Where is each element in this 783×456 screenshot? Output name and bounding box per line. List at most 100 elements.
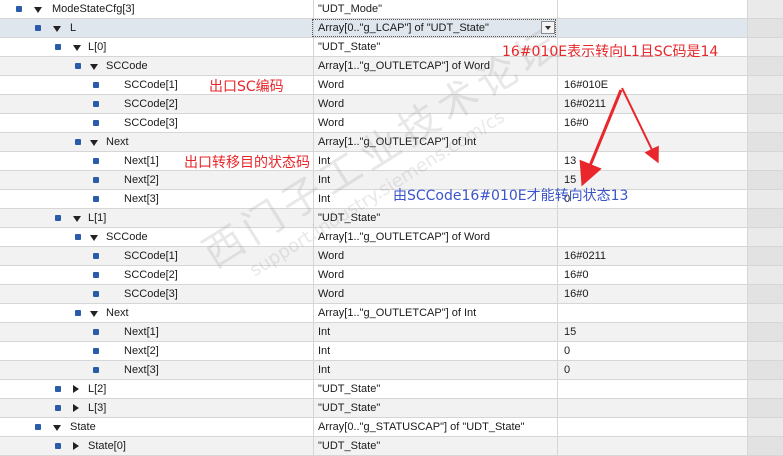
- start-value-cell[interactable]: 16#0: [557, 285, 747, 303]
- name-cell[interactable]: L: [0, 19, 312, 37]
- data-type-cell[interactable]: Word: [313, 76, 557, 94]
- name-cell[interactable]: Next: [0, 304, 312, 322]
- data-type-cell[interactable]: Word: [313, 285, 557, 303]
- name-cell[interactable]: SCCode[3]: [0, 285, 312, 303]
- start-value-cell[interactable]: [557, 380, 747, 398]
- annotation-bottom-note: 由SCCode16#010E才能转向状态13: [393, 188, 629, 204]
- table-row[interactable]: L[1] "UDT_State": [0, 209, 783, 228]
- table-row[interactable]: Next[3] Int 0: [0, 190, 783, 209]
- table-row[interactable]: Next[1] Int 13: [0, 152, 783, 171]
- start-value-cell[interactable]: [557, 209, 747, 227]
- data-type-cell[interactable]: Array[0.."g_STATUSCAP"] of "UDT_State": [313, 418, 557, 436]
- collapse-toggle-icon[interactable]: [90, 235, 98, 241]
- start-value-cell[interactable]: [557, 418, 747, 436]
- name-cell[interactable]: SCCode[1]: [0, 247, 312, 265]
- name-cell[interactable]: Next[2]: [0, 342, 312, 360]
- start-value-cell[interactable]: [557, 19, 747, 37]
- data-type-cell[interactable]: Word: [313, 266, 557, 284]
- collapse-toggle-icon[interactable]: [73, 45, 81, 51]
- table-row[interactable]: L[2] "UDT_State": [0, 380, 783, 399]
- name-cell[interactable]: SCCode[3]: [0, 114, 312, 132]
- data-type-cell[interactable]: Word: [313, 247, 557, 265]
- data-type-cell[interactable]: Array[1.."g_OUTLETCAP"] of Int: [313, 133, 557, 151]
- collapse-toggle-icon[interactable]: [90, 64, 98, 70]
- expand-toggle-icon[interactable]: [73, 442, 79, 450]
- start-value-cell[interactable]: [557, 228, 747, 246]
- table-row[interactable]: SCCode[3] Word 16#0: [0, 285, 783, 304]
- table-row[interactable]: SCCode[2] Word 16#0211: [0, 95, 783, 114]
- name-cell[interactable]: State: [0, 418, 312, 436]
- start-value-cell[interactable]: [557, 0, 747, 18]
- table-row[interactable]: Next Array[1.."g_OUTLETCAP"] of Int: [0, 304, 783, 323]
- name-cell[interactable]: ModeStateCfg[3]: [0, 0, 312, 18]
- element-name: L[2]: [88, 383, 107, 395]
- name-cell[interactable]: Next[3]: [0, 190, 312, 208]
- element-bullet-icon: [93, 120, 99, 126]
- start-value-cell[interactable]: 16#0: [557, 266, 747, 284]
- start-value-cell[interactable]: 15: [557, 323, 747, 341]
- table-row[interactable]: Next[2] Int 15: [0, 171, 783, 190]
- data-type-cell[interactable]: Word: [313, 114, 557, 132]
- name-cell[interactable]: SCCode[2]: [0, 95, 312, 113]
- table-row[interactable]: SCCode[3] Word 16#0: [0, 114, 783, 133]
- name-cell[interactable]: SCCode[2]: [0, 266, 312, 284]
- start-value-cell[interactable]: [557, 399, 747, 417]
- table-row[interactable]: State Array[0.."g_STATUSCAP"] of "UDT_Sta…: [0, 418, 783, 437]
- table-row[interactable]: L Array[0.."g_LCAP"] of "UDT_State": [0, 19, 783, 38]
- start-value-cell[interactable]: [557, 304, 747, 322]
- table-row[interactable]: Next Array[1.."g_OUTLETCAP"] of Int: [0, 133, 783, 152]
- expand-toggle-icon[interactable]: [73, 404, 79, 412]
- start-value-cell[interactable]: 0: [557, 342, 747, 360]
- table-row[interactable]: SCCode[2] Word 16#0: [0, 266, 783, 285]
- name-cell[interactable]: L[1]: [0, 209, 312, 227]
- collapse-toggle-icon[interactable]: [53, 26, 61, 32]
- table-row[interactable]: State[0] "UDT_State": [0, 437, 783, 456]
- data-type-cell[interactable]: "UDT_State": [313, 209, 557, 227]
- table-row[interactable]: SCCode[1] Word 16#0211: [0, 247, 783, 266]
- data-type-cell[interactable]: "UDT_State": [313, 399, 557, 417]
- name-cell[interactable]: Next: [0, 133, 312, 151]
- data-type-cell[interactable]: "UDT_State": [313, 380, 557, 398]
- element-name: SCCode[2]: [124, 98, 178, 110]
- name-cell[interactable]: L[3]: [0, 399, 312, 417]
- name-cell[interactable]: SCCode: [0, 228, 312, 246]
- table-row[interactable]: ModeStateCfg[3] "UDT_Mode": [0, 0, 783, 19]
- start-value-cell[interactable]: 16#0: [557, 114, 747, 132]
- start-value-cell[interactable]: 16#0211: [557, 95, 747, 113]
- collapse-toggle-icon[interactable]: [53, 425, 61, 431]
- table-row[interactable]: Next[2] Int 0: [0, 342, 783, 361]
- name-cell[interactable]: L[0]: [0, 38, 312, 56]
- name-cell[interactable]: Next[2]: [0, 171, 312, 189]
- table-row[interactable]: Next[1] Int 15: [0, 323, 783, 342]
- name-cell[interactable]: SCCode: [0, 57, 312, 75]
- name-cell[interactable]: State[0]: [0, 437, 312, 455]
- start-value-cell[interactable]: 13: [557, 152, 747, 170]
- name-cell[interactable]: Next[1]: [0, 323, 312, 341]
- start-value-cell[interactable]: [557, 133, 747, 151]
- data-type-cell[interactable]: Int: [313, 152, 557, 170]
- table-row[interactable]: Next[3] Int 0: [0, 361, 783, 380]
- data-type-cell[interactable]: Array[1.."g_OUTLETCAP"] of Int: [313, 304, 557, 322]
- start-value-cell[interactable]: 0: [557, 361, 747, 379]
- data-type-cell[interactable]: "UDT_State": [313, 437, 557, 455]
- start-value-cell[interactable]: [557, 437, 747, 455]
- extra-column-cell: [747, 361, 783, 379]
- data-type-cell[interactable]: "UDT_Mode": [313, 0, 557, 18]
- start-value-cell[interactable]: 16#010E: [557, 76, 747, 94]
- data-type-cell[interactable]: Int: [313, 342, 557, 360]
- expand-toggle-icon[interactable]: [73, 385, 79, 393]
- collapse-toggle-icon[interactable]: [34, 7, 42, 13]
- start-value-cell[interactable]: 16#0211: [557, 247, 747, 265]
- data-type-cell[interactable]: Array[1.."g_OUTLETCAP"] of Word: [313, 228, 557, 246]
- collapse-toggle-icon[interactable]: [73, 216, 81, 222]
- table-row[interactable]: SCCode Array[1.."g_OUTLETCAP"] of Word: [0, 228, 783, 247]
- name-cell[interactable]: L[2]: [0, 380, 312, 398]
- name-cell[interactable]: Next[3]: [0, 361, 312, 379]
- collapse-toggle-icon[interactable]: [90, 311, 98, 317]
- data-type-cell[interactable]: Word: [313, 95, 557, 113]
- table-row[interactable]: L[3] "UDT_State": [0, 399, 783, 418]
- data-type-cell[interactable]: Int: [313, 361, 557, 379]
- collapse-toggle-icon[interactable]: [90, 140, 98, 146]
- table-row[interactable]: SCCode[1] Word 16#010E: [0, 76, 783, 95]
- data-type-cell[interactable]: Int: [313, 323, 557, 341]
